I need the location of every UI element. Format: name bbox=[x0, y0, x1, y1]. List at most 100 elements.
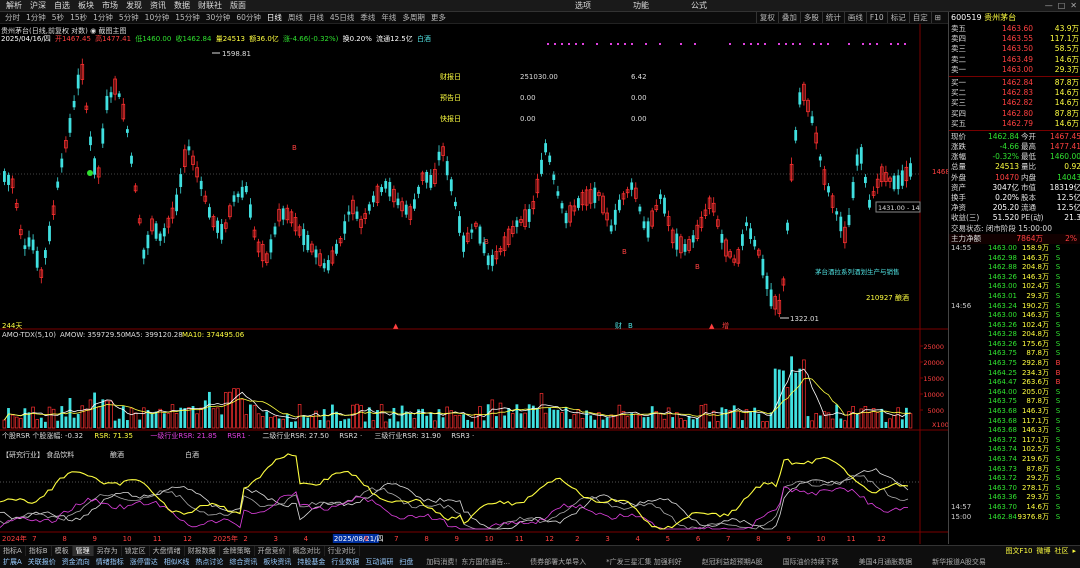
volume-bar bbox=[806, 416, 810, 428]
indicator-tab[interactable]: 另存为 bbox=[94, 546, 122, 556]
bottom-tab2[interactable]: 扫盘 bbox=[396, 557, 416, 568]
chart-tool-button[interactable]: 自定 bbox=[908, 12, 931, 23]
quote-side-panel: 600519 贵州茅台 卖五 1463.60 43.9万 卖四 1463.55 117.1… bbox=[948, 12, 1080, 544]
menu-item[interactable]: 板块 bbox=[74, 0, 98, 11]
tick-list[interactable]: 14:55 1463.00 158.9万 S 1462.98 146.3万 S 1462.88… bbox=[949, 244, 1080, 522]
menu-item[interactable]: 财联社 bbox=[194, 0, 226, 11]
indicator-tab[interactable]: 概念对比 bbox=[290, 546, 325, 556]
news-item[interactable]: 赵冠利益超预期A股 bbox=[692, 557, 773, 568]
news-item[interactable]: 国际油价持续下跌 bbox=[773, 557, 849, 568]
indicator-tab[interactable]: 锁定区 bbox=[122, 546, 150, 556]
period-tab[interactable]: 30分钟 bbox=[203, 12, 234, 23]
chart-tool-button[interactable]: F10 bbox=[865, 12, 887, 23]
bottom-tab2[interactable]: 综合资讯 bbox=[226, 557, 260, 568]
volume-bar bbox=[519, 413, 523, 428]
kline-chart-area[interactable]: 1598.81 1322.01 1468 1431.00 - 14 财报日 251030.… bbox=[0, 24, 950, 544]
menu-item[interactable]: 版面 bbox=[226, 0, 250, 11]
chart-tool-button[interactable]: 多股 bbox=[799, 12, 822, 23]
sell-row: 卖五 1463.60 43.9万 bbox=[949, 24, 1080, 34]
bottom-right-tool[interactable]: 社区 bbox=[1054, 546, 1068, 556]
period-tab[interactable]: 60分钟 bbox=[233, 12, 264, 23]
period-tab[interactable]: 周线 bbox=[285, 12, 306, 23]
candle-body bbox=[72, 100, 76, 108]
news-item[interactable]: 美国4月通胀数据 bbox=[849, 557, 922, 568]
volume-bar bbox=[302, 415, 306, 428]
menu-item[interactable]: 自选 bbox=[50, 0, 74, 11]
chart-tool-button[interactable]: 画线 bbox=[843, 12, 866, 23]
indicator-tab[interactable]: 财报数据 bbox=[185, 546, 220, 556]
bottom-tab2[interactable]: 热点讨论 bbox=[192, 557, 226, 568]
bottom-right-tool[interactable]: 图文F10 bbox=[1006, 546, 1033, 556]
chart-tool-button[interactable]: 复权 bbox=[755, 12, 778, 23]
period-tab[interactable]: 年线 bbox=[378, 12, 399, 23]
period-tab[interactable]: 季线 bbox=[357, 12, 378, 23]
indicator-tab[interactable]: 模板 bbox=[52, 546, 73, 556]
chart-tool-button[interactable]: 叠加 bbox=[777, 12, 800, 23]
period-tab[interactable]: 分时 bbox=[2, 12, 23, 23]
bottom-tab2[interactable]: 行业数据 bbox=[328, 557, 362, 568]
bottom-tab2[interactable]: 情绪指标 bbox=[93, 557, 127, 568]
indicator-tab[interactable]: 行业对比 bbox=[325, 546, 360, 556]
candle-body bbox=[27, 237, 31, 247]
chart-tool-button[interactable]: 统计 bbox=[821, 12, 844, 23]
menu-item[interactable]: 市场 bbox=[98, 0, 122, 11]
indicator-tab[interactable]: 大盘情绪 bbox=[150, 546, 185, 556]
period-tab[interactable]: 更多 bbox=[428, 12, 449, 23]
period-tab[interactable]: 日线 bbox=[264, 12, 285, 23]
x-axis-label: 7 bbox=[726, 535, 730, 543]
period-tab[interactable]: 15秒 bbox=[67, 12, 90, 23]
period-tab[interactable]: 1分钟 bbox=[23, 12, 49, 23]
signal-dot bbox=[743, 43, 745, 45]
period-tab[interactable]: 1分钟 bbox=[90, 12, 116, 23]
x-axis-label: 11 bbox=[153, 535, 162, 543]
news-item[interactable]: 新华报道A股交易 bbox=[922, 557, 996, 568]
buy-signal-marker: B bbox=[622, 248, 627, 256]
news-item[interactable]: *广发三星汇集 加强利好 bbox=[596, 557, 692, 568]
period-tab[interactable]: 15分钟 bbox=[172, 12, 203, 23]
volume-bar bbox=[601, 419, 605, 428]
menu-center-item[interactable]: 功能 bbox=[633, 0, 649, 11]
period-tab[interactable]: 5分钟 bbox=[116, 12, 142, 23]
bottom-tab2[interactable]: 扩展A bbox=[0, 557, 25, 568]
indicator-tab[interactable]: 开盘竞价 bbox=[255, 546, 290, 556]
indicator-tab[interactable]: 金牌策略 bbox=[220, 546, 255, 556]
tick-time bbox=[949, 417, 981, 427]
indicator-tab[interactable]: 管理 bbox=[72, 546, 94, 556]
chart-tool-button[interactable]: ⊞ bbox=[930, 12, 944, 23]
indicator-tab[interactable]: 指标A bbox=[0, 546, 26, 556]
menu-item[interactable]: 解析 bbox=[2, 0, 26, 11]
news-ticker[interactable]: 扩展A 关联报价 资金流向 情绪指标 涨停雷达 相似K线 热点讨论 综合资讯 板块资讯 持股基金行… bbox=[0, 557, 1080, 568]
bottom-tab2[interactable]: 板块资讯 bbox=[260, 557, 294, 568]
window-control-button[interactable]: □ bbox=[1058, 0, 1066, 11]
news-item[interactable]: 加码消费！东方国信通告... bbox=[416, 557, 520, 568]
tick-volume: 29.3万 bbox=[1026, 493, 1049, 502]
bottom-tab2[interactable]: 互动调研 bbox=[362, 557, 396, 568]
bottom-tab2[interactable]: 关联报价 bbox=[25, 557, 59, 568]
period-tab[interactable]: 5秒 bbox=[49, 12, 67, 23]
menu-item[interactable]: 沪深 bbox=[26, 0, 50, 11]
chart-tool-button[interactable]: 标记 bbox=[886, 12, 909, 23]
volume-bar bbox=[56, 420, 60, 428]
period-tab[interactable]: 10分钟 bbox=[142, 12, 173, 23]
bottom-tab2[interactable]: 资金流向 bbox=[59, 557, 93, 568]
period-tab[interactable]: 45日线 bbox=[327, 12, 358, 23]
menu-center-item[interactable]: 公式 bbox=[691, 0, 707, 11]
bottom-tab2[interactable]: 涨停雷达 bbox=[127, 557, 161, 568]
kline-chart-svg[interactable]: 1598.811322.0114681431.00 - 14财报日 251030.… bbox=[0, 24, 950, 544]
bottom-right-tool[interactable]: 微博 bbox=[1036, 546, 1050, 556]
menu-item[interactable]: 数据 bbox=[170, 0, 194, 11]
menu-item[interactable]: 发现 bbox=[122, 0, 146, 11]
bottom-right-tool[interactable]: ▸ bbox=[1072, 546, 1076, 556]
bottom-tab2[interactable]: 相似K线 bbox=[161, 557, 193, 568]
window-control-button[interactable]: — bbox=[1045, 0, 1053, 11]
menu-center-item[interactable]: 选项 bbox=[575, 0, 591, 11]
window-control-button[interactable]: ✕ bbox=[1070, 0, 1077, 11]
news-item[interactable]: 债券部署大单导入 bbox=[520, 557, 596, 568]
menu-item[interactable]: 资讯 bbox=[146, 0, 170, 11]
indicator-tab[interactable]: 指标B bbox=[26, 546, 52, 556]
period-tab[interactable]: 月线 bbox=[306, 12, 327, 23]
period-tab[interactable]: 多周期 bbox=[399, 12, 428, 23]
tick-side: S bbox=[1055, 311, 1061, 320]
event-pct: 6.42 bbox=[631, 73, 647, 81]
bottom-tab2[interactable]: 持股基金 bbox=[294, 557, 328, 568]
